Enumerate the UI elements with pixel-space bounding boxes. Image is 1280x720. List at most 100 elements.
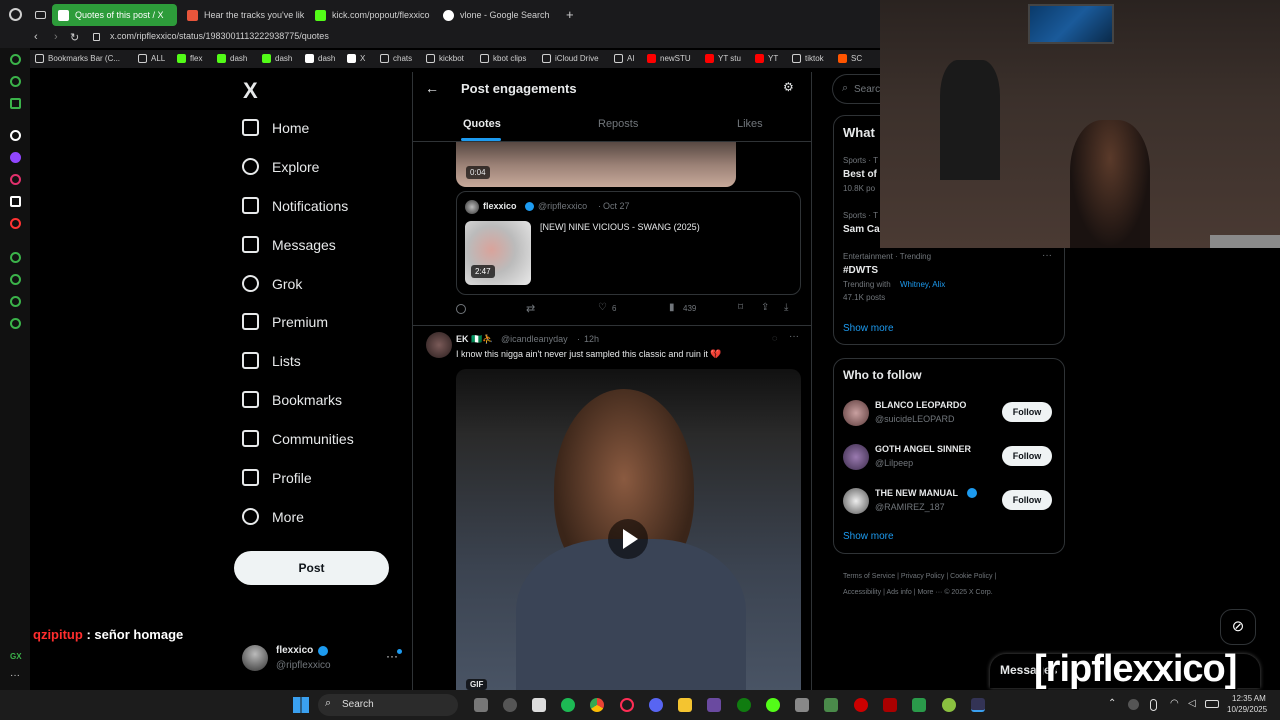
follow-name[interactable]: BLANCO LEOPARDO [875, 400, 966, 410]
follow-button[interactable]: Follow [1002, 446, 1052, 466]
sidebar-app-icon[interactable] [10, 252, 21, 263]
nav-item-bookmarks[interactable]: Bookmarks [242, 391, 342, 408]
bookmark-item[interactable]: SC [838, 54, 862, 63]
tab-soundcloud[interactable]: Hear the tracks you've lik [181, 4, 306, 26]
more-icon[interactable]: ··· [1042, 250, 1052, 261]
history-icon[interactable] [10, 274, 21, 285]
nav-item-communities[interactable]: Communities [242, 430, 354, 447]
new-tab-button[interactable]: + [566, 7, 574, 22]
show-more-link[interactable]: Show more [843, 531, 894, 542]
post-gif[interactable]: GIF [456, 369, 801, 690]
app-icon[interactable] [766, 698, 780, 712]
bookmark-item[interactable]: YT [755, 54, 778, 63]
sidebar-app-icon[interactable] [10, 98, 21, 109]
sidebar-app-icon[interactable] [10, 218, 21, 229]
tray-chevron-icon[interactable]: ⌃ [1108, 698, 1116, 709]
post-button[interactable]: Post [234, 551, 389, 585]
footer-link[interactable]: Ads info [886, 589, 911, 596]
follow-button[interactable]: Follow [1002, 402, 1052, 422]
avatar[interactable] [843, 488, 869, 514]
nav-item-more[interactable]: More [242, 508, 304, 525]
microphone-icon[interactable] [1150, 699, 1157, 711]
share-icon[interactable]: ⇪ [761, 302, 769, 313]
nav-item-explore[interactable]: Explore [242, 158, 319, 175]
tab-quotes[interactable]: Quotes [463, 118, 501, 130]
bookmark-item[interactable]: kickbot [426, 54, 464, 63]
opera-gx-icon[interactable] [620, 698, 634, 712]
nav-item-grok[interactable]: Grok [242, 275, 302, 292]
app-icon[interactable] [971, 698, 985, 712]
sidebar-app-icon[interactable] [10, 76, 21, 87]
forward-arrow-icon[interactable]: › [54, 31, 58, 43]
follow-name[interactable]: THE NEW MANUAL [875, 488, 958, 498]
bookmark-item[interactable]: dash [217, 54, 247, 63]
bookmark-item[interactable]: dash [262, 54, 292, 63]
settings-icon[interactable] [10, 318, 21, 329]
reply-icon[interactable] [456, 304, 466, 314]
wifi-icon[interactable]: ◠ [1170, 698, 1179, 709]
account-switcher[interactable]: flexxico @ripflexxico ··· [242, 644, 402, 674]
bookmark-item[interactable]: Bookmarks Bar (C... [35, 54, 120, 63]
url-input[interactable]: x.com/ripflexxico/status/198300111322293… [110, 31, 329, 41]
taskbar-date[interactable]: 10/29/2025 [1227, 705, 1267, 714]
bookmark-item[interactable]: iCloud Drive [542, 54, 599, 63]
more-icon[interactable]: ··· [10, 670, 20, 681]
grok-icon[interactable]: ◌ [772, 333, 777, 343]
nav-item-home[interactable]: Home [242, 119, 309, 136]
quoted-post[interactable]: flexxico @ripflexxico · Oct 27 2:47 [NEW… [456, 191, 801, 295]
app-icon[interactable] [942, 698, 956, 712]
bookmark-item[interactable]: chats [380, 54, 412, 63]
follow-name[interactable]: GOTH ANGEL SINNER [875, 444, 971, 454]
taskbar-search[interactable]: ⌕ Search [318, 694, 458, 716]
folder-icon[interactable] [678, 698, 692, 712]
trend-with-links[interactable]: Whitney, Alix [900, 280, 945, 289]
app-icon[interactable] [854, 698, 868, 712]
bookmark-icon[interactable]: ⌑ [738, 302, 743, 313]
app-icon[interactable] [912, 698, 926, 712]
bookmark-item[interactable]: flex [177, 54, 202, 63]
taskbar-time[interactable]: 12:35 AM [1232, 694, 1266, 703]
trend-title[interactable]: Sam Ca [843, 224, 880, 235]
twitch-icon[interactable] [10, 152, 21, 163]
sidebar-app-icon[interactable] [10, 130, 21, 141]
reload-icon[interactable]: ↻ [70, 31, 79, 44]
avatar[interactable] [426, 332, 452, 358]
volume-icon[interactable]: ◁ [1188, 698, 1196, 709]
tab-kick[interactable]: kick.com/popout/flexxico [309, 4, 434, 26]
nav-item-premium[interactable]: Premium [242, 313, 328, 330]
nav-item-notifications[interactable]: Notifications [242, 197, 348, 214]
x-icon[interactable] [10, 196, 21, 207]
x-logo[interactable]: X [243, 78, 258, 104]
app-icon[interactable] [707, 698, 721, 712]
nav-item-messages[interactable]: Messages [242, 236, 336, 253]
footer-link[interactable]: Terms of Service [843, 573, 895, 580]
tray-icon[interactable] [1128, 699, 1139, 710]
tab-google[interactable]: vlone - Google Search [437, 4, 562, 26]
bookmark-item[interactable]: dash [305, 54, 335, 63]
windows-start-icon[interactable] [293, 697, 309, 713]
bookmark-item[interactable]: YT stu [705, 54, 741, 63]
opera-logo-icon[interactable] [9, 8, 22, 21]
bookmark-item[interactable]: kbot clips [480, 54, 526, 63]
steam-icon[interactable] [503, 698, 517, 712]
xbox-icon[interactable] [737, 698, 751, 712]
back-arrow-icon[interactable]: ‹ [34, 31, 38, 43]
instagram-icon[interactable] [10, 174, 21, 185]
bookmark-item[interactable]: tiktok [792, 54, 824, 63]
app-icon[interactable] [532, 698, 546, 712]
avatar[interactable] [843, 400, 869, 426]
trend-title[interactable]: #DWTS [843, 265, 878, 276]
game-controller-icon[interactable] [795, 698, 809, 712]
tab-workspace-icon[interactable] [35, 11, 46, 19]
footer-link[interactable]: Privacy Policy [901, 573, 945, 580]
bookmark-item[interactable]: AI [614, 54, 635, 63]
nav-item-profile[interactable]: Profile [242, 469, 312, 486]
extensions-icon[interactable] [10, 296, 21, 307]
filter-settings-icon[interactable]: ⚙ [783, 80, 794, 94]
bookmark-item[interactable]: X [347, 54, 365, 63]
file-explorer-icon[interactable] [474, 698, 488, 712]
grok-fab-icon[interactable]: ⊘ [1220, 609, 1256, 645]
avatar[interactable] [843, 444, 869, 470]
app-icon[interactable] [883, 698, 897, 712]
follow-button[interactable]: Follow [1002, 490, 1052, 510]
